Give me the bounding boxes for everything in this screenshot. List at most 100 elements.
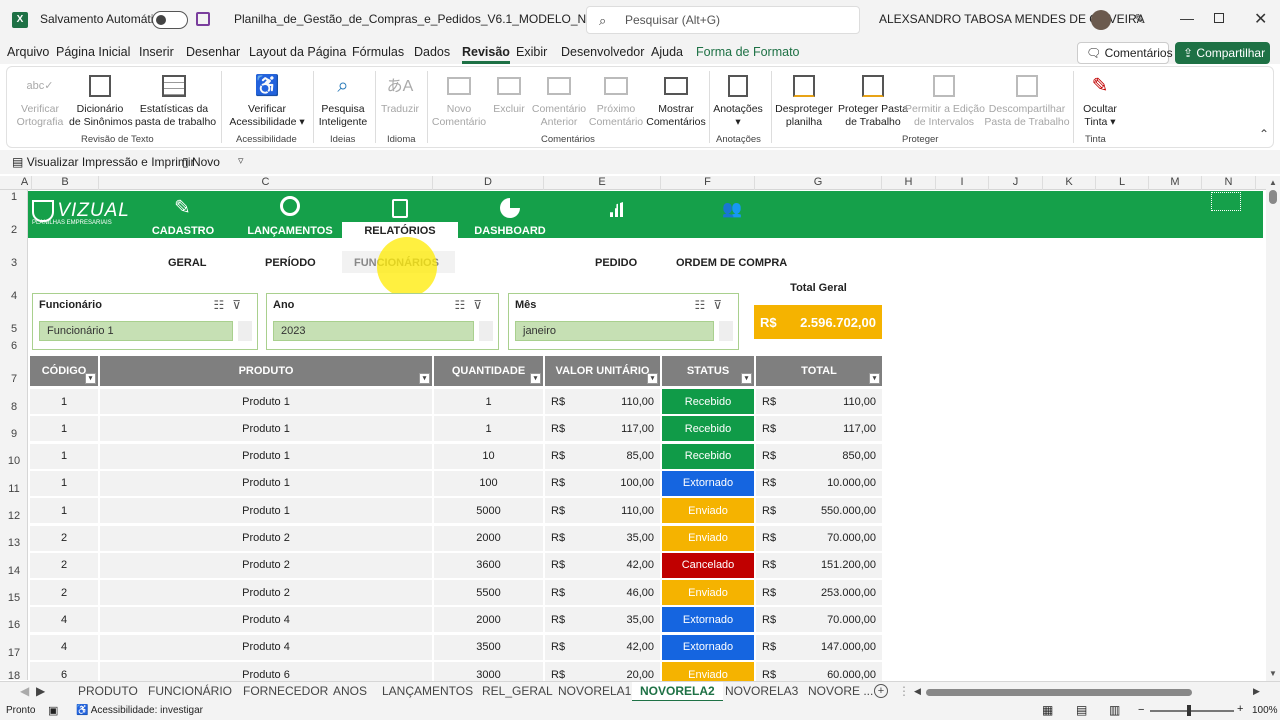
- row-header[interactable]: 7: [0, 373, 28, 385]
- mostrar-comentarios-button[interactable]: Mostrar Comentários: [645, 73, 707, 129]
- cell-codigo[interactable]: 1: [30, 470, 98, 496]
- slicer-item[interactable]: Funcionário 1: [39, 321, 233, 341]
- sheet-tab[interactable]: ANOS: [333, 684, 367, 698]
- tab-split-icon[interactable]: ⋮: [898, 684, 910, 698]
- excluir-button[interactable]: Excluir: [489, 73, 529, 116]
- customize-qat-icon[interactable]: ▿: [238, 154, 244, 167]
- autosave-toggle[interactable]: [152, 11, 188, 29]
- cell-valor-unitario[interactable]: R$ 117,00: [545, 416, 660, 442]
- macro-record-icon[interactable]: ▣: [48, 704, 58, 717]
- sheet-tab[interactable]: FORNECEDOR: [243, 684, 328, 698]
- cell-produto[interactable]: Produto 1: [100, 416, 432, 442]
- slicer-ano[interactable]: Ano ☷⊽ 2023: [266, 293, 499, 350]
- filter-dropdown-icon[interactable]: ▾: [741, 373, 752, 384]
- novo-comentario-button[interactable]: Novo Comentário: [431, 73, 487, 129]
- zoom-slider[interactable]: [1150, 710, 1234, 712]
- cell-codigo[interactable]: 2: [30, 580, 98, 606]
- row-header[interactable]: 17: [0, 647, 28, 659]
- cell-produto[interactable]: Produto 1: [100, 389, 432, 414]
- filter-dropdown-icon[interactable]: ▾: [85, 373, 96, 384]
- nav-lancamentos[interactable]: LANÇAMENTOS: [245, 225, 335, 237]
- comentario-anterior-button[interactable]: Comentário Anterior: [529, 73, 589, 129]
- print-preview-button[interactable]: ▤ Visualizar Impressão e Imprimir: [12, 155, 195, 169]
- cell-quantidade[interactable]: 3600: [434, 552, 543, 578]
- cell-valor-unitario[interactable]: R$ 100,00: [545, 470, 660, 496]
- cell-status[interactable]: Enviado: [662, 525, 754, 551]
- col-header-g[interactable]: G: [755, 176, 882, 190]
- restore-icon[interactable]: [1214, 13, 1224, 23]
- pie-chart-icon[interactable]: [500, 198, 520, 218]
- menu-ajuda[interactable]: Ajuda: [651, 45, 683, 59]
- avatar[interactable]: [1091, 10, 1111, 30]
- zoom-slider-thumb[interactable]: [1187, 705, 1191, 716]
- row-header[interactable]: 11: [0, 483, 28, 495]
- subtab-ordem-compra[interactable]: ORDEM DE COMPRA: [676, 257, 787, 269]
- col-header-k[interactable]: K: [1043, 176, 1096, 190]
- slicer-scrollbar[interactable]: [479, 321, 493, 341]
- cell-valor-unitario[interactable]: R$ 35,00: [545, 525, 660, 551]
- cell-status[interactable]: Enviado: [662, 580, 754, 606]
- new-button[interactable]: ▯ Novo: [182, 155, 220, 169]
- page-break-view-icon[interactable]: ▥: [1109, 703, 1120, 717]
- comments-button[interactable]: 🗨 Comentários: [1077, 42, 1173, 64]
- row-header[interactable]: 12: [0, 510, 28, 522]
- cell-total[interactable]: R$ 253.000,00: [756, 580, 882, 606]
- sheet-tab[interactable]: LANÇAMENTOS: [382, 684, 473, 698]
- cell-produto[interactable]: Produto 1: [100, 443, 432, 469]
- dicionario-button[interactable]: Dicionário de Sinônimos: [69, 73, 133, 129]
- cell-valor-unitario[interactable]: R$ 42,00: [545, 552, 660, 578]
- subtab-geral[interactable]: GERAL: [168, 257, 207, 269]
- cell-quantidade[interactable]: 5500: [434, 580, 543, 606]
- col-header-h[interactable]: H: [882, 176, 936, 190]
- col-header-b[interactable]: B: [32, 176, 99, 190]
- cell-codigo[interactable]: 2: [30, 552, 98, 578]
- zoom-out-icon[interactable]: −: [1138, 704, 1144, 716]
- vertical-scrollbar[interactable]: ▲ ▼: [1266, 176, 1280, 681]
- sheet-tab[interactable]: NOVORELA3: [725, 684, 798, 698]
- cell-valor-unitario[interactable]: R$ 110,00: [545, 389, 660, 414]
- cell-status[interactable]: Recebido: [662, 389, 754, 414]
- cell-produto[interactable]: Produto 1: [100, 470, 432, 496]
- search-box[interactable]: ⌕ Pesquisar (Alt+G): [586, 6, 860, 34]
- traduzir-button[interactable]: あA Traduzir: [379, 73, 421, 116]
- sheet-tab[interactable]: FUNCIONÁRIO: [148, 684, 232, 698]
- col-header-d[interactable]: D: [433, 176, 544, 190]
- pen-icon[interactable]: ✎: [1134, 11, 1146, 28]
- anotacoes-button[interactable]: Anotações ▾: [711, 73, 765, 129]
- desproteger-planilha-button[interactable]: Desproteger planilha: [773, 73, 835, 129]
- menu-dados[interactable]: Dados: [414, 45, 450, 59]
- row-header[interactable]: 8: [0, 401, 28, 413]
- col-header-a[interactable]: A: [18, 176, 32, 190]
- cell-codigo[interactable]: 1: [30, 498, 98, 524]
- pencil-icon[interactable]: ✎: [174, 195, 191, 220]
- next-sheet-icon[interactable]: ▶: [36, 684, 45, 698]
- cell-produto[interactable]: Produto 4: [100, 634, 432, 660]
- cell-status[interactable]: Recebido: [662, 443, 754, 469]
- minimize-icon[interactable]: —: [1180, 10, 1194, 26]
- row-header[interactable]: 9: [0, 428, 28, 440]
- row-header[interactable]: 14: [0, 565, 28, 577]
- cell-codigo[interactable]: 1: [30, 416, 98, 442]
- share-button[interactable]: ⇪ Compartilhar: [1175, 42, 1270, 64]
- cell-total[interactable]: R$ 10.000,00: [756, 470, 882, 496]
- cell-total[interactable]: R$ 70.000,00: [756, 525, 882, 551]
- ocultar-tinta-button[interactable]: ✎ Ocultar Tinta ▾: [1077, 73, 1123, 129]
- descompartilhar-button[interactable]: Descompartilhar Pasta de Trabalho: [983, 73, 1071, 129]
- cell-codigo[interactable]: 4: [30, 634, 98, 660]
- row-header[interactable]: 10: [0, 455, 28, 467]
- col-header-f[interactable]: F: [661, 176, 755, 190]
- selected-shape-handles[interactable]: [1211, 192, 1241, 211]
- nav-relatorios[interactable]: RELATÓRIOS: [342, 225, 458, 237]
- row-header[interactable]: 16: [0, 619, 28, 631]
- menu-layout[interactable]: Layout da Página: [249, 45, 346, 59]
- row-header[interactable]: 4: [0, 290, 28, 302]
- cell-status[interactable]: Extornado: [662, 607, 754, 633]
- menu-formulas[interactable]: Fórmulas: [352, 45, 404, 59]
- filter-dropdown-icon[interactable]: ▾: [419, 373, 430, 384]
- cell-codigo[interactable]: 1: [30, 443, 98, 469]
- slicer-item[interactable]: janeiro: [515, 321, 714, 341]
- sheet-tab[interactable]: NOVORE ...: [808, 684, 873, 698]
- menu-revisao[interactable]: Revisão: [462, 45, 510, 64]
- cell-quantidade[interactable]: 100: [434, 470, 543, 496]
- cell-codigo[interactable]: 2: [30, 525, 98, 551]
